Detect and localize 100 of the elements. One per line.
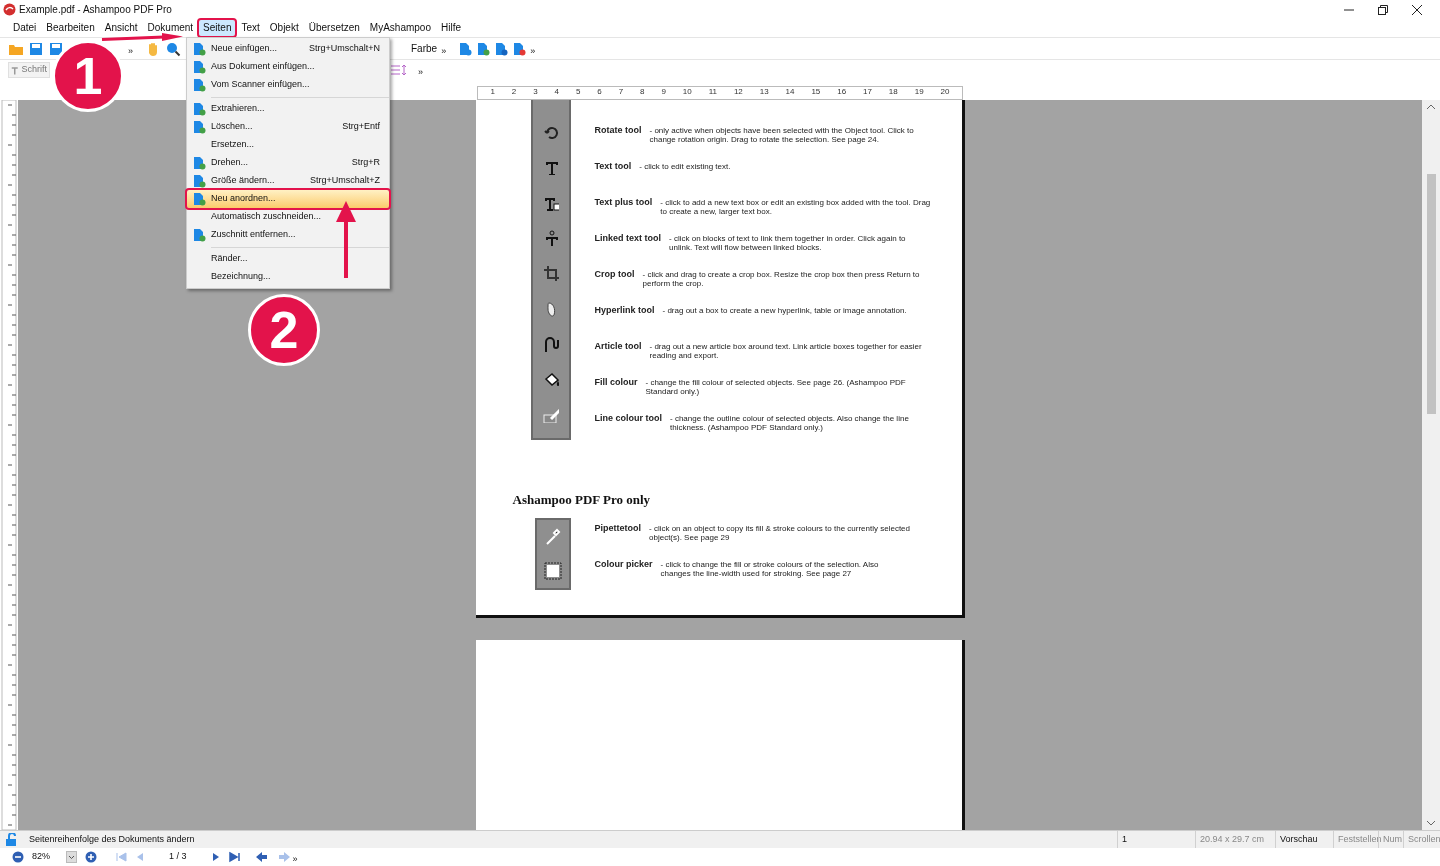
page-icon	[192, 192, 206, 206]
ruler-label: 16	[837, 87, 847, 96]
tool-description: - only active when objects have been selected with the Object tool. Click to change rotation origin. Drag to rotate the selection. See page 24.	[649, 126, 915, 144]
pipette-icon	[544, 527, 561, 546]
save-icon[interactable]	[28, 40, 44, 57]
page-add-icon	[476, 41, 491, 56]
ruler-label: 3	[533, 87, 538, 96]
last-page-icon[interactable]	[228, 851, 241, 863]
menu-item[interactable]: Text	[237, 20, 264, 36]
overflow-chevron[interactable]: »	[418, 66, 423, 80]
dropdown-menu-item[interactable]: Neue einfügen... Strg+Umschalt+N	[187, 40, 389, 58]
ruler-label: 18	[888, 87, 898, 96]
tool-name: Article tool	[594, 342, 642, 351]
tool-description: - click on an object to copy its fill & stroke colours to the currently selected object(s). See page 29	[649, 523, 911, 542]
tool-name: Pipettetool	[594, 523, 641, 533]
overflow-chevron[interactable]: »	[530, 44, 536, 59]
tool-description: - change the outline colour of selected objects. Also change the line thickness. (Ashampoo PDF Standard only.)	[670, 414, 910, 432]
menu-item[interactable]: Bearbeiten	[42, 20, 99, 36]
ruler-label: 17	[863, 87, 872, 96]
overflow-chevron[interactable]: »	[292, 853, 298, 866]
page-icon	[192, 78, 206, 92]
page-indicator: 1 / 3	[169, 850, 187, 864]
tool-description: - drag out a box to create a new hyperlink, table or image annotation.	[662, 306, 907, 315]
dropdown-menu-item[interactable]: Ränder...	[187, 250, 389, 268]
restore-icon[interactable]	[1377, 3, 1389, 16]
dropdown-menu-item[interactable]: Drehen... Strg+R	[187, 154, 389, 172]
ruler-label: 2	[511, 87, 517, 96]
zoom-value[interactable]: 82%	[32, 850, 58, 864]
tool-description: - click to change the fill or stroke colours of the selection. Also changes the line-width used for stroking. See page 27	[660, 559, 880, 578]
menu-item[interactable]: Seiten	[199, 20, 236, 36]
dropdown-menu-item[interactable]: Extrahieren...	[187, 100, 389, 118]
tool-name: Text plus tool	[594, 198, 653, 207]
vertical-scrollbar[interactable]	[1422, 100, 1440, 830]
tool-name: Text tool	[594, 162, 632, 171]
ruler-label: 13	[759, 87, 769, 96]
tool-icon[interactable]	[542, 335, 559, 352]
menu-item[interactable]: Übersetzen	[304, 20, 364, 36]
page-icon	[192, 174, 206, 188]
ruler-label: 20	[940, 87, 950, 96]
dropdown-menu-item[interactable]: Vom Scanner einfügen...	[187, 76, 389, 94]
menu-item[interactable]: Datei	[9, 20, 41, 36]
page-icon	[192, 60, 206, 74]
page-icon	[192, 102, 206, 116]
next-page-icon[interactable]	[210, 851, 221, 863]
page-rotate-icon	[458, 41, 473, 56]
tool-icon[interactable]	[542, 371, 559, 388]
dropdown-menu-item[interactable]: Bezeichnung...	[187, 268, 389, 286]
lock-icon[interactable]	[5, 832, 19, 847]
dropdown-menu-item[interactable]: Neu anordnen...	[187, 190, 389, 208]
tool-name: Hyperlink tool	[594, 306, 655, 315]
ruler-label: 12	[733, 87, 743, 96]
ruler-label: 6	[597, 87, 602, 96]
menu-item[interactable]: Ansicht	[100, 20, 142, 36]
ruler-label: 19	[914, 87, 924, 96]
dropdown-menu-item[interactable]: Größe ändern... Strg+Umschalt+Z	[187, 172, 389, 190]
window-title: Example.pdf - Ashampoo PDF Pro	[19, 3, 172, 17]
page-icon	[192, 156, 206, 170]
dropdown-icon[interactable]	[66, 851, 77, 863]
tool-description: - click on blocks of text to link them together in order. Click again to unlink. Text will flow between linked blocks.	[669, 234, 907, 252]
zoom-icon[interactable]	[165, 40, 181, 57]
tool-name: Colour picker	[594, 559, 653, 569]
zoom-out-icon[interactable]	[12, 851, 24, 863]
ruler-label: 15	[811, 87, 821, 96]
tool-name: Crop tool	[594, 270, 635, 279]
overflow-chevron[interactable]: »	[128, 44, 133, 59]
tool-name: Rotate tool	[594, 126, 642, 135]
tool-description: - click and drag to create a crop box. Resize the crop box then press Return to perform the crop.	[642, 270, 921, 288]
dropdown-menu-item[interactable]: Automatisch zuschneiden...	[187, 208, 389, 226]
scrollbar-thumb[interactable]	[1426, 174, 1436, 414]
menu-item[interactable]: MyAshampoo	[365, 20, 435, 36]
color-picker-icon	[543, 561, 562, 580]
tool-description: - change the fill colour of selected objects. See page 26. (Ashampoo PDF Standard only.)	[645, 378, 907, 396]
app-logo-icon	[3, 3, 16, 16]
menu-item[interactable]: Objekt	[265, 20, 303, 36]
ruler-label: 9	[661, 87, 666, 96]
step-number-badge: 1	[52, 40, 124, 112]
save-icon[interactable]	[48, 40, 64, 57]
menu-item[interactable]: Dokument	[143, 20, 198, 36]
ruler-label: 8	[640, 87, 645, 96]
close-icon[interactable]	[1411, 3, 1423, 16]
page-icon	[192, 42, 206, 56]
section-heading: Ashampoo PDF Pro only	[512, 491, 652, 509]
font-field[interactable]: Schrift	[8, 62, 50, 78]
ruler-label: 5	[575, 87, 581, 96]
page-icon	[192, 120, 206, 134]
overflow-chevron[interactable]: »	[441, 44, 447, 59]
dropdown-menu-item[interactable]: Aus Dokument einfügen...	[187, 58, 389, 76]
dropdown-menu-item[interactable]: Zuschnitt entfernen...	[187, 226, 389, 244]
back-arrow-icon[interactable]	[254, 851, 269, 863]
menu-item[interactable]: Hilfe	[437, 20, 465, 36]
page-delete-icon	[512, 41, 527, 56]
ruler-label: 4	[554, 87, 560, 96]
dropdown-menu-item[interactable]: Ersetzen...	[187, 136, 389, 154]
tool-name: Linked text tool	[594, 234, 661, 243]
dropdown-menu-item[interactable]: Löschen... Strg+Entf	[187, 118, 389, 136]
ruler-label: 11	[708, 87, 717, 96]
tool-description: - click to edit existing text.	[639, 162, 731, 171]
tool-description: - drag out a new article box around text. Link article boxes together for easier reading and export.	[649, 342, 923, 360]
zoom-in-icon[interactable]	[85, 851, 97, 863]
color-label[interactable]: Farbe	[411, 41, 438, 56]
